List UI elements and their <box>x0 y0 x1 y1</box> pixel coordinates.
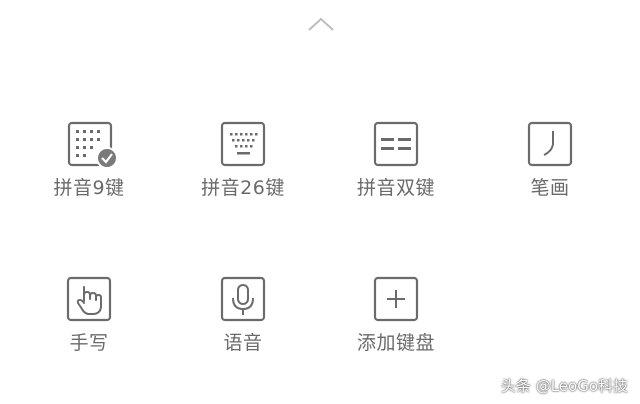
keyboard-option-stroke[interactable]: 笔画 <box>480 120 620 230</box>
keyboard-option-pinyin-26[interactable]: 拼音26键 <box>173 120 313 230</box>
selected-check-icon <box>96 147 117 169</box>
keyboard-option-label: 语音 <box>223 332 263 354</box>
keyboard-option-label: 手写 <box>69 332 109 354</box>
handwriting-icon <box>66 276 112 322</box>
double-key-icon <box>373 121 419 167</box>
keyboard-option-label: 拼音双键 <box>356 177 435 199</box>
keyboard-option-label: 拼音26键 <box>201 177 285 199</box>
keyboard-option-label: 添加键盘 <box>356 332 435 354</box>
microphone-icon <box>220 276 266 322</box>
keyboard-option-pinyin-9[interactable]: 拼音9键 <box>19 120 159 230</box>
keyboard-option-pinyin-double[interactable]: 拼音双键 <box>326 120 466 230</box>
keyboard-option-handwriting[interactable]: 手写 <box>19 275 159 385</box>
keyboard-option-label: 笔画 <box>530 177 570 199</box>
chevron-up-icon <box>308 17 334 31</box>
watermark-text: 头条 @LeoGo科技 <box>500 377 628 395</box>
add-icon <box>373 276 419 322</box>
keyboard-option-voice[interactable]: 语音 <box>173 275 313 385</box>
stroke-icon <box>527 121 573 167</box>
keyboard-26-icon <box>220 121 266 167</box>
keyboard-option-label: 拼音9键 <box>53 177 125 199</box>
keypad-9-icon <box>67 121 117 169</box>
add-keyboard-button[interactable]: 添加键盘 <box>326 275 466 385</box>
collapse-button[interactable] <box>305 14 337 36</box>
